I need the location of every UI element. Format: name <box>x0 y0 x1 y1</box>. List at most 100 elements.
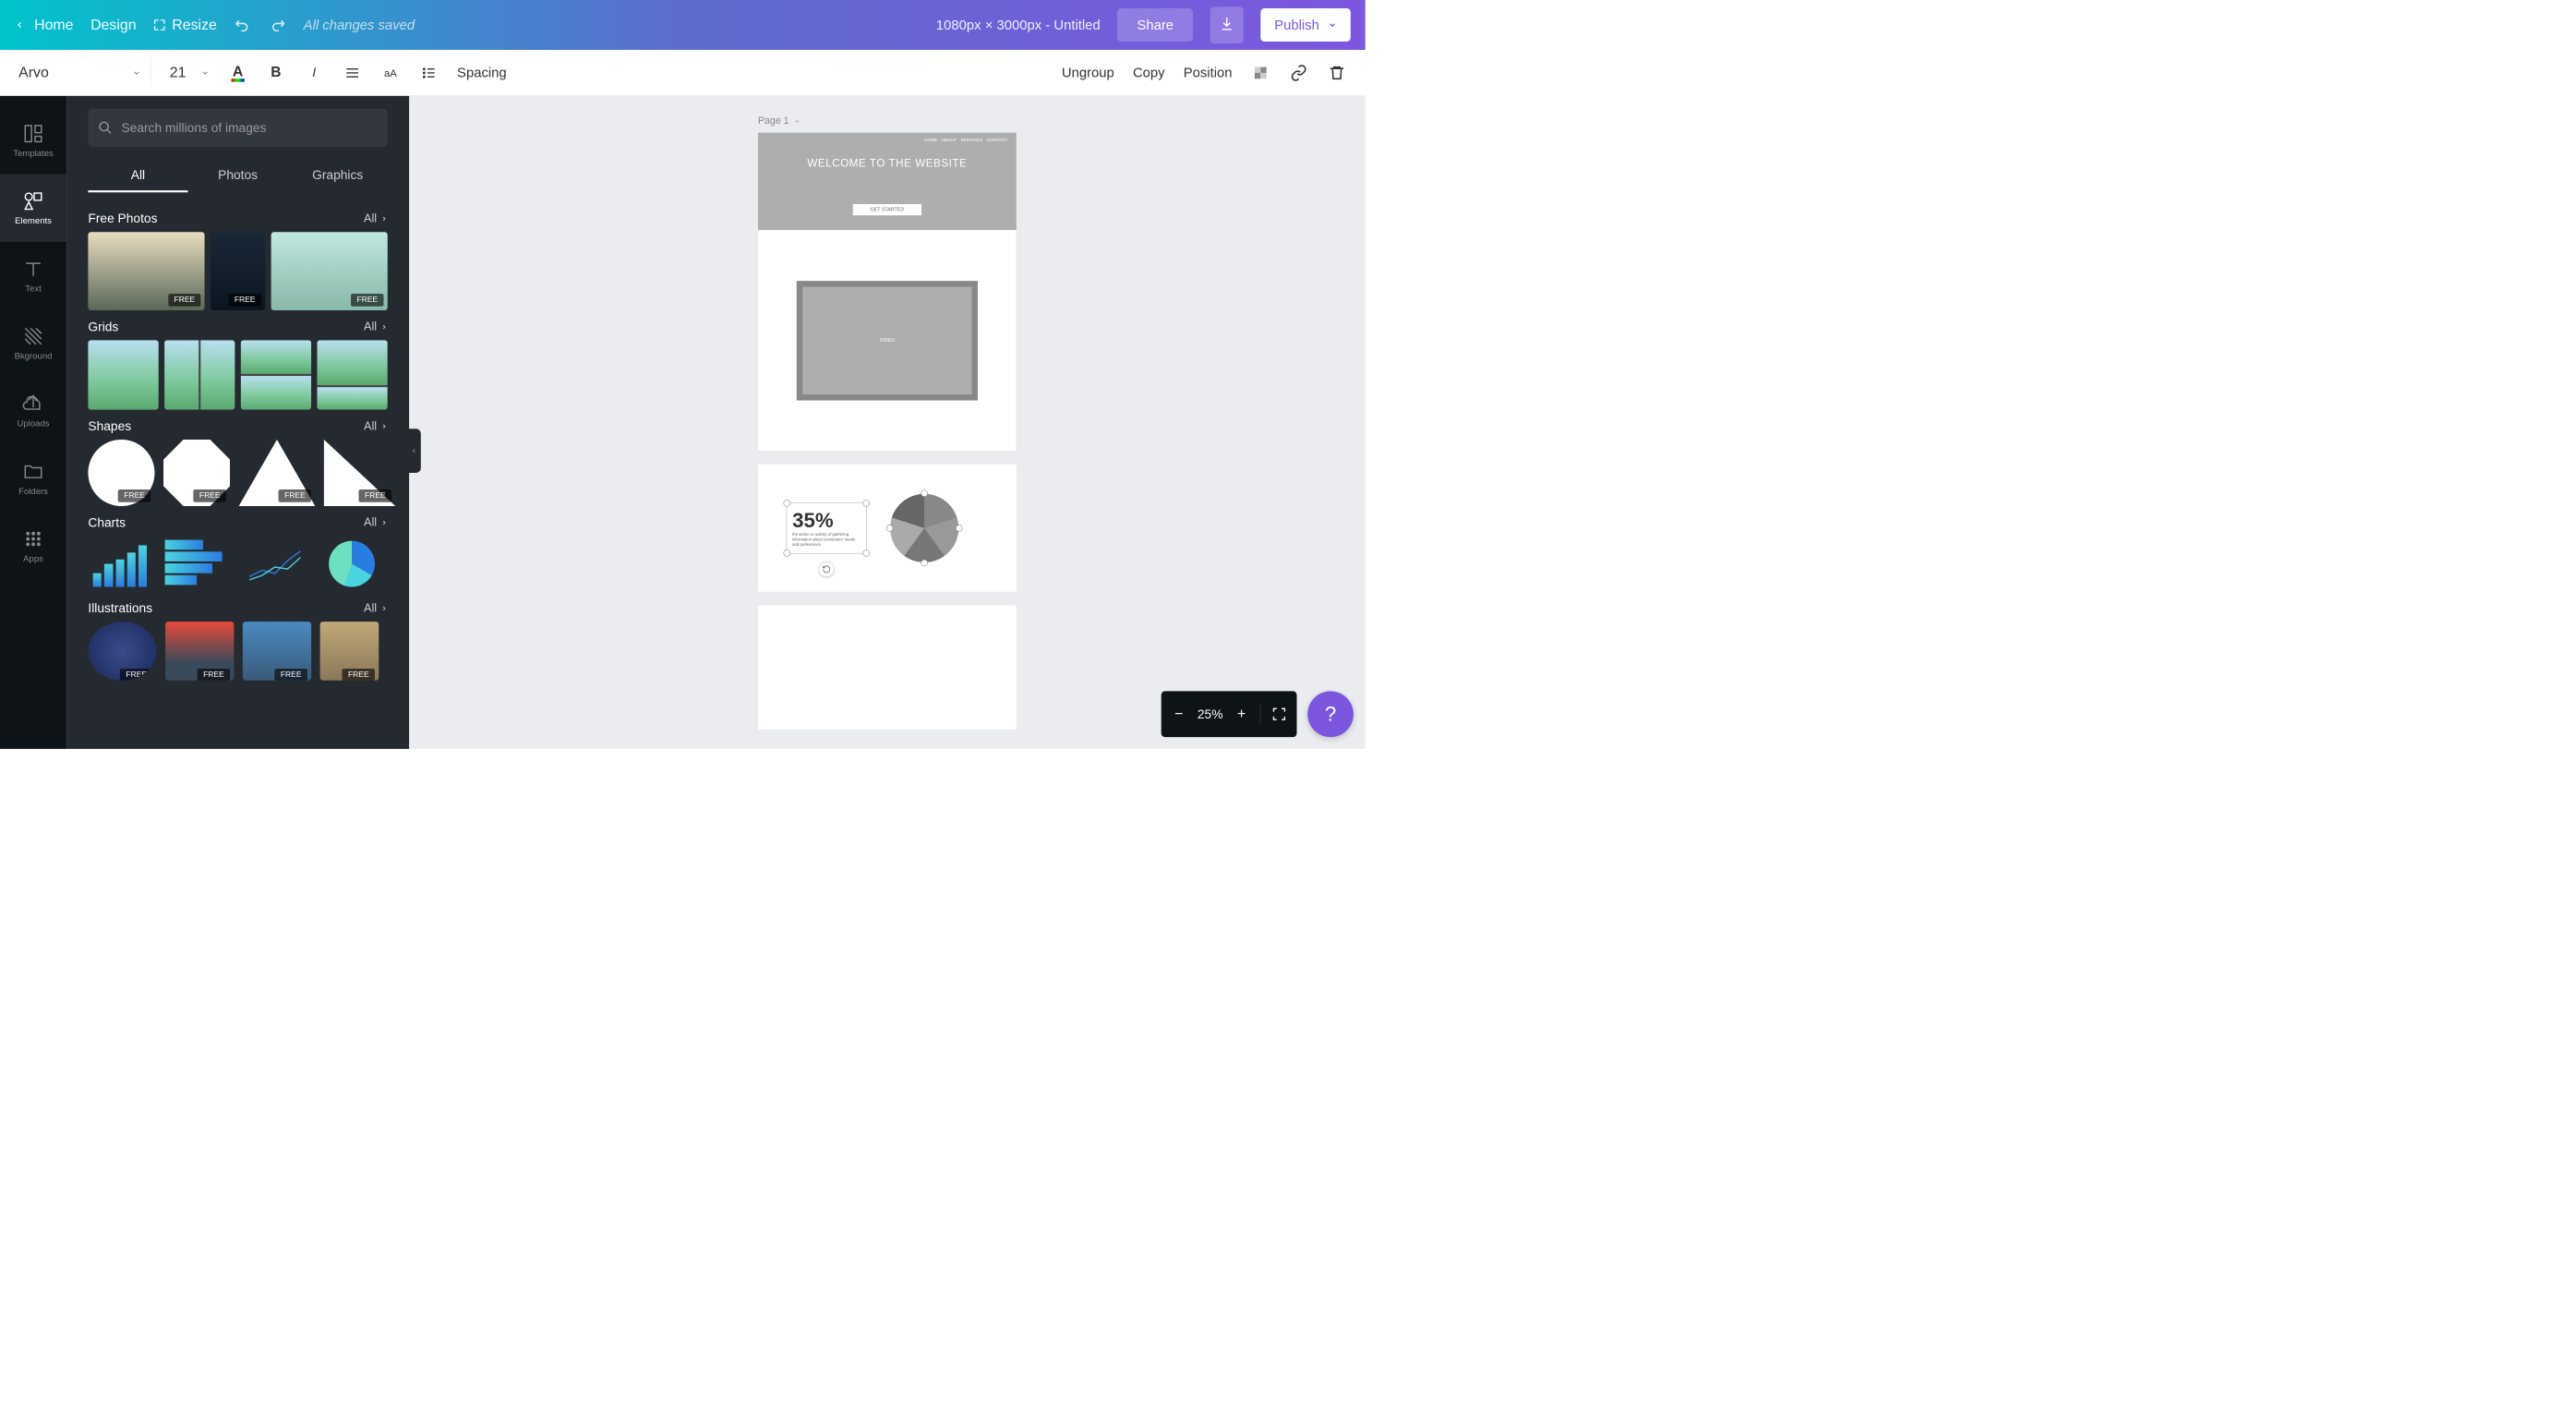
shape-triangle[interactable]: FREE <box>239 440 316 506</box>
list-button[interactable] <box>419 63 439 82</box>
text-icon <box>22 258 43 279</box>
page-nav: HOME ABOUT SERVICES CONTACT <box>758 133 1017 148</box>
design-link[interactable]: Design <box>90 17 136 33</box>
grid-thumb[interactable] <box>164 340 235 409</box>
nav-text[interactable]: Text <box>0 242 66 309</box>
page-label[interactable]: Page 1 <box>758 115 1017 127</box>
share-button[interactable]: Share <box>1117 8 1193 42</box>
nav-uploads[interactable]: Uploads <box>0 377 66 444</box>
chevron-right-icon <box>380 519 387 525</box>
nav-folders[interactable]: Folders <box>0 444 66 512</box>
document-title[interactable]: 1080px × 3000px - Untitled <box>936 18 1101 33</box>
search-icon <box>98 120 113 135</box>
bold-button[interactable]: B <box>266 63 285 82</box>
svg-text:A: A <box>233 64 244 79</box>
fullscreen-icon <box>1271 706 1286 721</box>
zoom-level[interactable]: 25% <box>1198 706 1223 721</box>
text-toolbar: Arvo 21 A B I aA Spacing Ungroup Copy Po… <box>0 50 1366 96</box>
canvas-page-3[interactable] <box>758 606 1017 730</box>
page-hero: WELCOME TO THE WEBSITE <box>758 148 1017 180</box>
shape-octagon[interactable]: FREE <box>163 440 230 506</box>
canvas-page-2[interactable]: 35% the action or activity of gathering … <box>758 465 1017 592</box>
grid-thumb[interactable] <box>241 340 311 409</box>
canvas-area[interactable]: Page 1 HOME ABOUT SERVICES CONTACT WELCO… <box>409 96 1366 749</box>
photo-thumb[interactable]: FREE <box>271 232 387 310</box>
home-link[interactable]: Home <box>34 17 73 33</box>
link-button[interactable] <box>1289 63 1308 82</box>
chart-pie-thumb[interactable] <box>324 536 388 591</box>
spacing-button[interactable]: Spacing <box>457 65 507 80</box>
grid-thumb[interactable] <box>317 340 387 409</box>
illustration-thumb[interactable]: FREE <box>320 622 379 681</box>
chart-bar-thumb[interactable] <box>88 536 151 591</box>
top-bar: Home Design Resize All changes saved 108… <box>0 0 1366 50</box>
chart-hbar-thumb[interactable] <box>161 536 233 591</box>
help-button[interactable]: ? <box>1307 691 1354 737</box>
chevron-right-icon <box>380 423 387 429</box>
nav-elements[interactable]: Elements <box>0 175 66 242</box>
ungroup-button[interactable]: Ungroup <box>1062 65 1114 80</box>
tab-photos[interactable]: Photos <box>188 160 288 193</box>
see-all-free-photos[interactable]: All <box>364 211 388 225</box>
selected-text-element[interactable]: 35% the action or activity of gathering … <box>792 509 861 548</box>
canvas-page-1[interactable]: HOME ABOUT SERVICES CONTACT WELCOME TO T… <box>758 133 1017 452</box>
bkground-icon <box>22 325 43 346</box>
photo-thumb[interactable]: FREE <box>88 232 204 310</box>
nav-apps[interactable]: Apps <box>0 512 66 579</box>
resize-button[interactable]: Resize <box>153 17 217 33</box>
see-all-charts[interactable]: All <box>364 515 388 529</box>
bold-icon: B <box>268 65 283 80</box>
illustration-thumb[interactable]: FREE <box>88 622 156 681</box>
trash-icon <box>1328 64 1345 81</box>
font-size-select[interactable]: 21 <box>170 65 210 81</box>
see-all-shapes[interactable]: All <box>364 419 388 433</box>
chevron-left-icon <box>15 20 25 30</box>
search-box[interactable] <box>88 109 387 147</box>
chevron-down-icon <box>200 68 210 78</box>
transparency-button[interactable] <box>1251 63 1270 82</box>
position-button[interactable]: Position <box>1184 65 1233 80</box>
see-all-illustrations[interactable]: All <box>364 601 388 615</box>
grid-thumb[interactable] <box>88 340 158 409</box>
tab-all[interactable]: All <box>88 160 187 193</box>
copy-button[interactable]: Copy <box>1133 65 1165 80</box>
fullscreen-button[interactable] <box>1271 706 1287 722</box>
chevron-down-icon <box>794 117 800 124</box>
redo-button[interactable] <box>269 16 286 33</box>
nav-templates[interactable]: Templates <box>0 107 66 175</box>
chevron-down-icon <box>1328 20 1337 30</box>
shape-right-triangle[interactable]: FREE <box>324 440 395 506</box>
link-icon <box>1290 64 1307 81</box>
panel-tabs: All Photos Graphics <box>66 154 409 192</box>
search-input[interactable] <box>121 120 378 135</box>
zoom-in-button[interactable]: + <box>1234 706 1249 722</box>
list-icon <box>421 65 437 80</box>
redo-icon <box>269 16 286 33</box>
shape-circle[interactable]: FREE <box>88 440 154 506</box>
chart-line-thumb[interactable] <box>241 536 315 591</box>
delete-button[interactable] <box>1327 63 1346 82</box>
illustration-thumb[interactable]: FREE <box>243 622 311 681</box>
nav-bkground[interactable]: Bkground <box>0 309 66 377</box>
align-button[interactable] <box>343 63 362 82</box>
illustration-thumb[interactable]: FREE <box>165 622 234 681</box>
text-color-button[interactable]: A <box>228 63 247 82</box>
font-select[interactable]: Arvo <box>18 58 150 88</box>
page-cta: GET STARTED <box>853 204 922 215</box>
italic-button[interactable]: I <box>305 63 324 82</box>
save-status: All changes saved <box>304 18 415 33</box>
see-all-grids[interactable]: All <box>364 320 388 333</box>
photo-thumb[interactable]: FREE <box>211 232 265 310</box>
rotate-handle[interactable] <box>819 562 835 577</box>
tab-graphics[interactable]: Graphics <box>288 160 388 193</box>
undo-button[interactable] <box>234 16 251 33</box>
chevron-right-icon <box>380 605 387 611</box>
publish-button[interactable]: Publish <box>1260 8 1350 42</box>
text-case-button[interactable]: aA <box>380 63 400 82</box>
section-illustrations: Illustrations <box>88 600 152 615</box>
download-button[interactable] <box>1210 6 1244 43</box>
back-button[interactable]: Home <box>15 17 74 33</box>
left-nav: Templates Elements Text Bkground Uploads… <box>0 96 66 749</box>
zoom-out-button[interactable]: − <box>1171 706 1186 722</box>
text-color-icon: A <box>228 63 247 82</box>
